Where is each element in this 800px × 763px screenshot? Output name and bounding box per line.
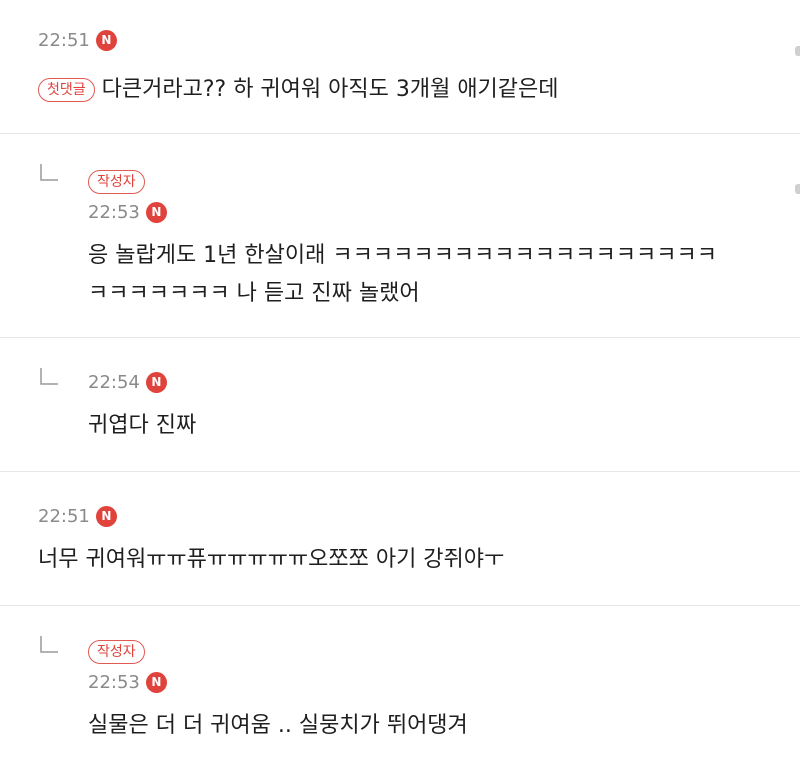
comment-text-line-2: ㅋㅋㅋㅋㅋㅋㅋ 나 듣고 진짜 놀랬어 [88, 281, 420, 306]
comment-text-line-1: 응 놀랍게도 1년 한살이래 ㅋㅋㅋㅋㅋㅋㅋㅋㅋㅋㅋㅋㅋㅋㅋㅋㅋㅋㅋ [88, 243, 717, 268]
new-badge-icon: N [145, 202, 167, 223]
reply-arrow-icon [40, 164, 58, 181]
scroll-edge-indicator [795, 46, 800, 56]
reply-comment-2: 22:54 N 귀엽다 진짜 [0, 338, 800, 471]
author-tag: 작성자 [88, 170, 145, 194]
comment-meta: 22:51 N [38, 506, 117, 527]
comment-meta: 22:54 N [88, 372, 167, 393]
new-badge-icon: N [95, 30, 117, 51]
first-comment-tag: 첫댓글 [38, 78, 95, 102]
new-badge-icon: N [145, 372, 167, 393]
comment-text: 다큰거라고?? 하 귀여워 아직도 3개월 애기같은데 [101, 77, 559, 102]
comment-meta: 22:51 N [38, 30, 117, 51]
reply-arrow-icon [40, 636, 58, 653]
scroll-edge-indicator [795, 184, 800, 194]
new-badge-icon: N [95, 506, 117, 527]
comment-time: 22:51 [38, 30, 90, 51]
comment-1: 22:51 N 첫댓글 다큰거라고?? 하 귀여워 아직도 3개월 애기같은데 [0, 0, 800, 133]
comment-text: 귀엽다 진짜 [88, 413, 197, 438]
comment-2: 22:51 N 너무 귀여워ㅠㅠ퓨ㅠㅠㅠㅠㅠ오쪼쪼 아기 강쥐야ㅜ [0, 472, 800, 605]
comment-text: 너무 귀여워ㅠㅠ퓨ㅠㅠㅠㅠㅠ오쪼쪼 아기 강쥐야ㅜ [38, 547, 505, 572]
author-tag: 작성자 [88, 640, 145, 664]
comment-time: 22:53 [88, 202, 140, 223]
comment-time: 22:54 [88, 372, 140, 393]
comment-time: 22:51 [38, 506, 90, 527]
reply-comment-1: 작성자 22:53 N 응 놀랍게도 1년 한살이래 ㅋㅋㅋㅋㅋㅋㅋㅋㅋㅋㅋㅋㅋ… [0, 134, 800, 337]
comment-body: 첫댓글 다큰거라고?? 하 귀여워 아직도 3개월 애기같은데 [38, 70, 559, 110]
reply-comment-3: 작성자 22:53 N 실물은 더 더 귀여움 .. 실뭉치가 뛰어댕겨 [0, 606, 800, 763]
comment-meta: 22:53 N [88, 672, 167, 693]
comment-text: 실물은 더 더 귀여움 .. 실뭉치가 뛰어댕겨 [88, 713, 468, 738]
comment-meta: 22:53 N [88, 202, 167, 223]
comment-time: 22:53 [88, 672, 140, 693]
reply-arrow-icon [40, 368, 58, 385]
new-badge-icon: N [145, 672, 167, 693]
